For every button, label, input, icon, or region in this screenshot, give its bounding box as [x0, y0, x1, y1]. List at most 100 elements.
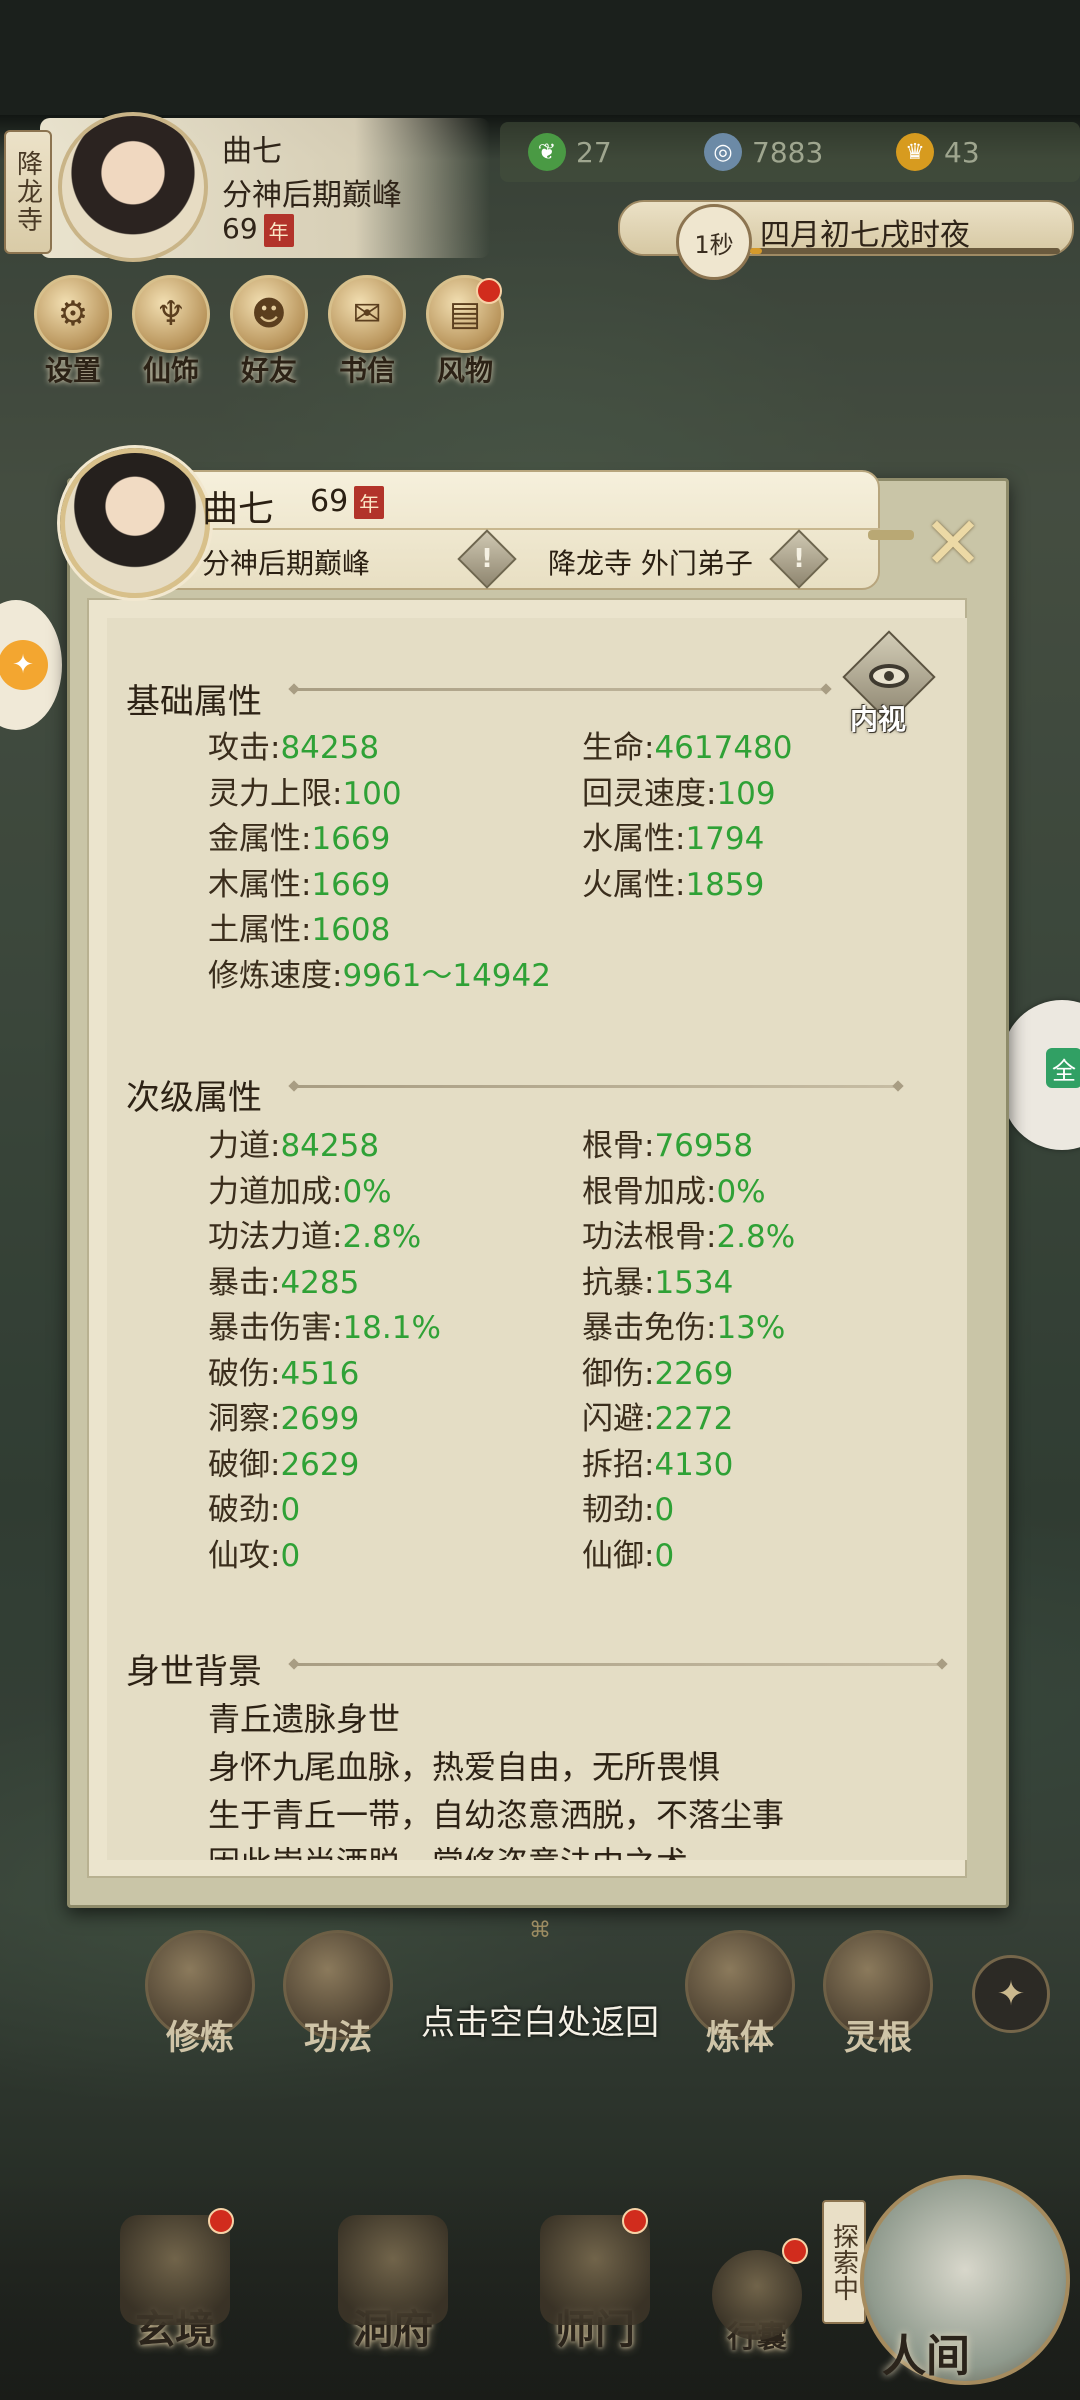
- friends-icon: ☻: [230, 275, 308, 353]
- stat-row: 木属性:1669: [208, 859, 390, 904]
- panel-player-realm: 分神后期巅峰: [202, 547, 371, 580]
- stat-row: 水属性:1794: [582, 813, 764, 858]
- stat-row: 火属性:1859: [582, 859, 764, 904]
- stat-value: 0%: [716, 1173, 766, 1210]
- basic-title-divider: [296, 688, 824, 691]
- return-hint[interactable]: 点击空白处返回: [0, 1995, 1080, 2044]
- stat-value: 2272: [654, 1401, 734, 1437]
- background-line: 青丘遗脉身世: [208, 1700, 401, 1738]
- explore-status-tag: 探索中: [822, 2200, 866, 2324]
- inner-view-button[interactable]: 内视: [842, 630, 942, 740]
- stat-label: 破劲:: [208, 1492, 281, 1528]
- warning-icon: !: [793, 544, 805, 574]
- stat-label: 暴击:: [208, 1264, 281, 1301]
- stat-row: 力道:84258: [208, 1120, 379, 1165]
- stat-value: 84258: [280, 1128, 380, 1164]
- friends-button[interactable]: ☻ 好友: [230, 275, 308, 389]
- stat-label: 水属性:: [582, 821, 686, 857]
- stat-label: 抗暴:: [582, 1264, 655, 1301]
- gold-ingot-icon: ♛: [896, 133, 934, 171]
- stat-label: 根骨加成:: [582, 1173, 717, 1210]
- resource-jade-value: 27: [576, 135, 612, 169]
- stat-label: 洞察:: [208, 1401, 281, 1437]
- letter-button[interactable]: ✉ 书信: [328, 275, 406, 389]
- settings-label: 设置: [44, 354, 101, 387]
- sect-tag[interactable]: 降龙寺: [4, 130, 52, 254]
- stat-value: 109: [716, 775, 776, 812]
- settings-button[interactable]: ⚙ 设置: [34, 275, 112, 389]
- stat-label: 力道加成:: [208, 1173, 343, 1210]
- stat-value: 4130: [654, 1446, 734, 1483]
- panel-avatar: [60, 448, 210, 598]
- dongfu-icon: [338, 2215, 448, 2325]
- stat-label: 御伤:: [582, 1355, 655, 1392]
- stat-value: 1669: [311, 866, 391, 903]
- nav-dongfu[interactable]: 洞府: [338, 2215, 448, 2355]
- stat-row: 御伤:2269: [582, 1348, 733, 1393]
- costume-button[interactable]: ♆ 仙饰: [132, 275, 210, 389]
- resource-coin[interactable]: ◎ 7883: [704, 133, 823, 171]
- stat-value: 4617480: [654, 730, 793, 766]
- stat-row: 回灵速度:109: [582, 768, 776, 813]
- secondary-title-divider: [296, 1085, 896, 1088]
- stat-label: 暴击免伤:: [582, 1310, 717, 1346]
- stat-row: 暴击:4285: [208, 1257, 359, 1302]
- stat-row: 功法根骨:2.8%: [582, 1211, 795, 1256]
- scenery-label: 风物: [436, 354, 493, 387]
- resource-ingot[interactable]: ♛ 43: [896, 133, 980, 171]
- stat-label: 根骨:: [582, 1128, 655, 1164]
- world-label: 人间: [882, 2331, 970, 2382]
- stat-value: 1669: [311, 821, 391, 857]
- stat-label: 土属性:: [208, 912, 312, 948]
- nav-bag[interactable]: 行囊: [712, 2250, 802, 2356]
- resource-jade[interactable]: ❦ 27: [528, 133, 612, 171]
- close-ornament: [868, 530, 914, 540]
- close-button[interactable]: ✕: [910, 500, 996, 586]
- stat-row: 修炼速度:9961～14942: [208, 950, 551, 995]
- panel-header-divider: [190, 528, 880, 530]
- letter-icon: ✉: [328, 275, 406, 353]
- stat-value: 18.1%: [342, 1310, 441, 1346]
- stat-label: 力道:: [208, 1128, 281, 1164]
- hud-avatar[interactable]: [58, 112, 208, 262]
- friends-label: 好友: [240, 354, 297, 387]
- stat-value: 2.8%: [716, 1219, 796, 1255]
- costume-label: 仙饰: [142, 354, 199, 387]
- bag-notification-dot: [782, 2238, 808, 2264]
- nav-shimen[interactable]: 师门: [540, 2215, 650, 2355]
- time-progress: [750, 248, 1060, 254]
- panel-bottom-ornament: ⌘: [529, 1918, 551, 1943]
- stat-label: 火属性:: [582, 866, 686, 903]
- stat-row: 闪避:2272: [582, 1393, 733, 1438]
- status-bar: [0, 0, 1080, 115]
- coin-icon: ◎: [704, 133, 742, 171]
- time-speed-badge[interactable]: 1秒: [676, 204, 752, 280]
- year-tag: 年: [263, 213, 294, 247]
- stat-label: 韧劲:: [582, 1492, 655, 1528]
- stat-row: 破御:2629: [208, 1439, 359, 1484]
- background-line: 生于青丘一带，自幼恣意洒脱，不落尘事: [208, 1796, 785, 1834]
- jade-leaf-icon: ❦: [528, 133, 566, 171]
- stat-value: 2269: [654, 1355, 734, 1392]
- stat-label: 灵力上限:: [208, 775, 343, 812]
- stat-label: 暴击伤害:: [208, 1310, 343, 1346]
- stat-value: 2.8%: [342, 1219, 422, 1255]
- stat-row: 力道加成:0%: [208, 1166, 392, 1211]
- side-right-glyph: 全: [1046, 1048, 1080, 1088]
- stat-row: 根骨加成:0%: [582, 1166, 766, 1211]
- stat-value: 84258: [280, 730, 380, 766]
- background-title-divider: [296, 1663, 940, 1666]
- time-progress-fill: [750, 248, 763, 254]
- stat-value: 76958: [654, 1128, 754, 1164]
- stat-value: 1859: [685, 866, 765, 903]
- shimen-notification-dot: [622, 2208, 648, 2234]
- stat-label: 闪避:: [582, 1401, 655, 1437]
- hud-player-name: 曲七: [222, 134, 282, 169]
- background-line: 身怀九尾血脉，热爱自由，无所畏惧: [208, 1748, 721, 1786]
- stat-row: 破劲:0: [208, 1484, 300, 1529]
- hud-player-age: 69 年: [222, 212, 294, 247]
- nav-xuanjing[interactable]: 玄境: [120, 2215, 230, 2355]
- stat-label: 攻击:: [208, 730, 281, 766]
- resource-coin-value: 7883: [752, 135, 824, 169]
- inner-view-label: 内视: [850, 703, 907, 736]
